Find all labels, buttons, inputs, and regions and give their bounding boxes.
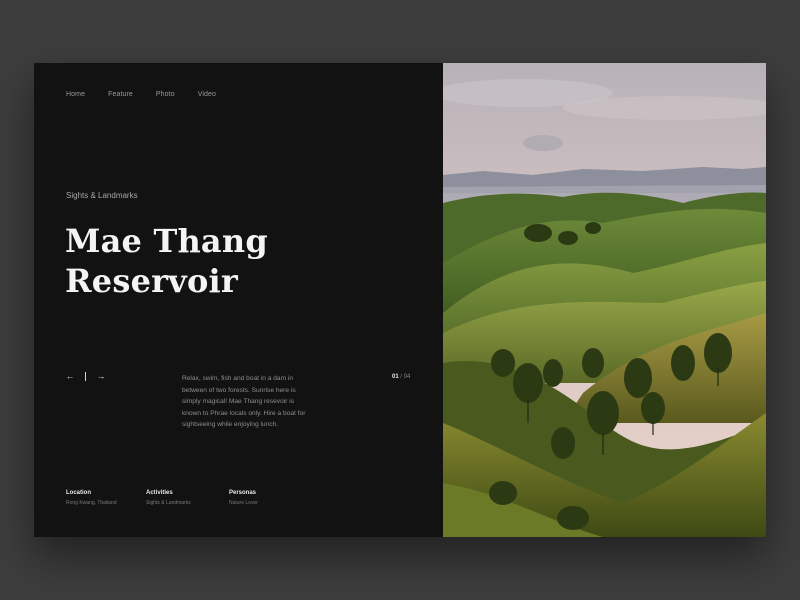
slide-counter-total: 04: [403, 374, 411, 380]
landscape-photo-illustration: [443, 63, 766, 537]
slide-counter-separator: /: [400, 374, 403, 380]
nav-item-home[interactable]: Home: [66, 91, 85, 98]
nav-item-video[interactable]: Video: [198, 91, 216, 98]
page-title: Mae Thang Reservoir: [65, 221, 365, 301]
nav-item-feature[interactable]: Feature: [108, 91, 133, 98]
meta-personas: Personas Nature Lover: [229, 490, 309, 506]
page-title-line-1: Mae Thang: [65, 222, 268, 260]
landscape-photo: [443, 63, 766, 537]
slide-counter: 01 / 04: [392, 374, 410, 380]
slide-counter-current: 01: [392, 374, 399, 380]
meta-personas-value: Nature Lover: [229, 500, 258, 506]
meta-location-label: Location: [66, 490, 91, 496]
meta-activities-label: Activities: [146, 490, 173, 496]
hero-card: Home Feature Photo Video Sights & Landma…: [34, 63, 766, 537]
slide-pager: ← →: [64, 371, 107, 381]
meta-activities-value: Sights & Landmarks: [146, 500, 191, 506]
description-text: Relax, swim, fish and boat in a dam in b…: [182, 375, 306, 428]
arrow-right-icon[interactable]: →: [95, 371, 107, 381]
meta-activities: Activities Sights & Landmarks: [146, 490, 226, 506]
pager-divider: [85, 371, 86, 381]
category-label: Sights & Landmarks: [66, 191, 138, 200]
arrow-left-icon[interactable]: ←: [64, 371, 76, 381]
info-panel: Home Feature Photo Video Sights & Landma…: [34, 63, 443, 537]
meta-location: Location Rong Kwang, Thailand: [66, 490, 146, 506]
meta-location-value: Rong Kwang, Thailand: [66, 500, 117, 506]
page-title-line-2: Reservoir: [65, 262, 238, 300]
nav-item-photo[interactable]: Photo: [156, 91, 175, 98]
meta-personas-label: Personas: [229, 490, 257, 496]
top-nav: Home Feature Photo Video: [66, 91, 239, 98]
